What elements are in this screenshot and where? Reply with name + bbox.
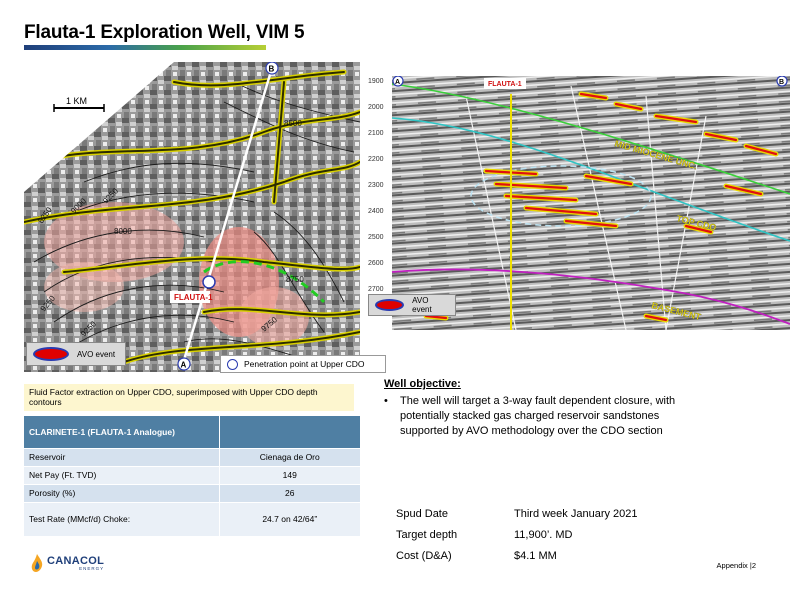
map-caption: Fluid Factor extraction on Upper CDO, su… — [24, 384, 354, 411]
seismic-section: 1900 2000 2100 2200 2300 2400 2500 2600 … — [366, 76, 790, 330]
seismic-well-label: FLAUTA-1 — [488, 81, 522, 88]
map-well-label: FLAUTA-1 — [174, 293, 213, 302]
table-header-blank — [218, 416, 360, 449]
penetration-legend: Penetration point at Upper CDO — [220, 355, 386, 373]
avo-event-swatch — [33, 347, 69, 361]
objective-heading: Well objective: — [384, 378, 461, 390]
contour-label: 8750 — [286, 275, 304, 284]
table-row: Porosity (%) 26 — [24, 484, 360, 503]
fact-value: Third week January 2021 — [514, 507, 638, 520]
map-image: 1 KM 8000 8250 8500 9000 9250 8750 9750 … — [24, 62, 360, 372]
objective-bullet-item: • The well will target a 3-way fault dep… — [384, 394, 704, 439]
seismic-point-b-label: B — [779, 79, 784, 86]
scale-label: 1 KM — [66, 96, 87, 106]
table-cell-value: 24.7 on 42/64” — [218, 502, 360, 537]
fact-row: Spud Date Third week January 2021 — [396, 503, 638, 524]
objective-text: The well will target a 3-way fault depen… — [400, 395, 676, 437]
well-facts: Spud Date Third week January 2021 Target… — [396, 503, 638, 566]
depth-tick-label: 2100 — [368, 130, 384, 137]
fact-label: Spud Date — [396, 507, 448, 520]
analogue-table: CLARINETE-1 (FLAUTA-1 Analogue) Reservoi… — [24, 416, 360, 537]
map-avo-legend-label: AVO event — [77, 349, 116, 359]
fact-row: Cost (D&A) $4.1 MM — [396, 545, 638, 566]
depth-tick-label: 2600 — [368, 260, 384, 267]
depth-tick-label: 2000 — [368, 104, 384, 111]
fact-value: 11,900’. MD — [514, 528, 573, 541]
table-row: Net Pay (Ft. TVD) 149 — [24, 466, 360, 485]
contour-label: 8500 — [284, 119, 302, 128]
penetration-point-marker — [202, 275, 216, 289]
table-cell-value: 26 — [218, 484, 360, 503]
fact-row: Target depth 11,900’. MD — [396, 524, 638, 545]
table-header-row: CLARINETE-1 (FLAUTA-1 Analogue) — [24, 416, 360, 449]
penetration-point-icon — [227, 358, 238, 370]
map-avo-legend: AVO event — [26, 342, 126, 366]
canacol-logo: CANACOL ENERGY — [30, 554, 104, 572]
depth-tick-label: 2300 — [368, 182, 384, 189]
flame-icon — [31, 554, 43, 572]
table-row: Test Rate (MMcf/d) Choke: 24.7 on 42/64” — [24, 502, 360, 537]
depth-tick-label: 2500 — [368, 234, 384, 241]
table-cell-value: 149 — [218, 466, 360, 485]
table-cell-label: Test Rate (MMcf/d) Choke: — [24, 502, 219, 537]
depth-tick-label: 2400 — [368, 208, 384, 215]
table-cell-label: Porosity (%) — [24, 484, 219, 503]
table-cell-value: Cienaga de Oro — [218, 448, 360, 467]
bullet-icon: • — [384, 395, 388, 407]
seismic-avo-legend-label: AVO event — [412, 296, 432, 314]
seismic-point-a-label: A — [395, 79, 400, 86]
penetration-legend-label: Penetration point at Upper CDO — [244, 359, 365, 369]
depth-tick-label: 2700 — [368, 286, 384, 293]
avo-event-swatch — [375, 299, 405, 311]
page-footer: Appendix |2 — [716, 561, 756, 570]
fact-label: Cost (D&A) — [396, 549, 452, 562]
fact-label: Target depth — [396, 528, 458, 541]
contour-label: 8000 — [114, 227, 132, 236]
depth-tick-label: 2200 — [368, 156, 384, 163]
fact-value: $4.1 MM — [514, 549, 557, 562]
seismic-avo-legend: AVO event — [368, 294, 456, 316]
page-title: Flauta-1 Exploration Well, VIM 5 — [24, 22, 305, 43]
title-underline — [24, 45, 266, 50]
logo-name: CANACOL — [47, 554, 105, 567]
seismic-image: 1900 2000 2100 2200 2300 2400 2500 2600 … — [366, 76, 790, 330]
map-point-b-label: B — [269, 65, 275, 74]
fluid-factor-map: 1 KM 8000 8250 8500 9000 9250 8750 9750 … — [24, 62, 360, 372]
table-row: Reservoir Cienaga de Oro — [24, 448, 360, 467]
table-cell-label: Net Pay (Ft. TVD) — [24, 466, 219, 485]
map-point-a-label: A — [181, 361, 187, 370]
table-cell-label: Reservoir — [24, 448, 219, 467]
table-header: CLARINETE-1 (FLAUTA-1 Analogue) — [24, 416, 219, 449]
depth-tick-label: 1900 — [368, 78, 384, 85]
